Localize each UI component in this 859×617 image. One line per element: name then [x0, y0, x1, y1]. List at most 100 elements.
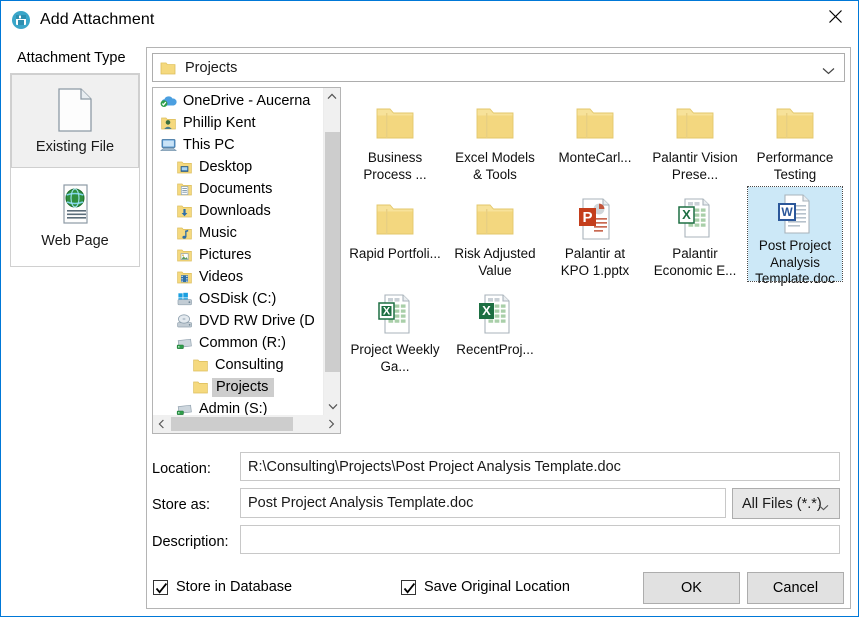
- chevron-up-icon[interactable]: [324, 88, 340, 105]
- file-item-recentprojects[interactable]: X RecentProj...: [448, 283, 542, 377]
- tree-item-onedrive[interactable]: OneDrive - Aucerna: [153, 90, 323, 112]
- onedrive-icon: [159, 94, 178, 108]
- attachment-type-label-web-page: Web Page: [41, 233, 109, 249]
- chevron-left-icon[interactable]: [153, 416, 170, 433]
- chevron-down-icon[interactable]: [324, 398, 340, 415]
- file-item-label: MonteCarl...: [558, 150, 632, 165]
- tree-item-label: This PC: [183, 137, 235, 153]
- tree-item-desktop[interactable]: Desktop: [153, 156, 323, 178]
- document-icon: [56, 87, 94, 133]
- svg-text:X: X: [682, 207, 691, 222]
- file-item-label: Project Weekly Ga...: [350, 342, 440, 374]
- file-list-pane[interactable]: Business Process ... Excel Models & Tool…: [345, 87, 845, 434]
- add-attachment-dialog: Add Attachment Attachment Type Existing …: [0, 0, 859, 617]
- attachment-type-web-page[interactable]: Web Page: [11, 168, 139, 262]
- tree-item-consulting[interactable]: Consulting: [153, 354, 323, 376]
- tree-item-label: Consulting: [215, 357, 284, 373]
- tree-item-this-pc[interactable]: This PC: [153, 134, 323, 156]
- dvd-drive-icon: [175, 314, 194, 328]
- file-item-label: RecentProj...: [456, 342, 534, 357]
- check-icon: [403, 582, 416, 594]
- desktop-folder-icon: [175, 160, 194, 174]
- svg-text:X: X: [482, 303, 491, 318]
- file-item-risk-adjusted-value[interactable]: Risk Adjusted Value: [448, 187, 542, 281]
- excel-file-icon: X: [475, 289, 515, 341]
- tree-item-common-r[interactable]: Common (R:): [153, 332, 323, 354]
- file-item-rapid-portfolio[interactable]: Rapid Portfoli...: [348, 187, 442, 281]
- folder-icon: [474, 193, 516, 245]
- tree-item-dvd-drive[interactable]: DVD RW Drive (D: [153, 310, 323, 332]
- store-as-input[interactable]: [240, 488, 726, 518]
- tree-item-label: OSDisk (C:): [199, 291, 277, 307]
- network-drive-icon: [175, 336, 194, 350]
- svg-text:W: W: [781, 205, 793, 219]
- tree-item-osdisk[interactable]: OSDisk (C:): [153, 288, 323, 310]
- folder-icon: [160, 61, 176, 75]
- music-folder-icon: [175, 226, 194, 240]
- pictures-folder-icon: [175, 248, 194, 262]
- description-input[interactable]: [240, 525, 840, 554]
- tree-item-videos[interactable]: Videos: [153, 266, 323, 288]
- address-bar-path: Projects: [185, 59, 238, 76]
- ok-button-label: OK: [681, 580, 702, 596]
- folder-icon: [191, 358, 210, 372]
- file-item-post-project-analysis-template-doc[interactable]: W Post Project Analysis Template.doc: [747, 186, 843, 286]
- ok-button[interactable]: OK: [643, 572, 740, 604]
- location-input[interactable]: [240, 452, 840, 481]
- chevron-right-icon[interactable]: [323, 416, 340, 433]
- file-item-business-process[interactable]: Business Process ...: [348, 91, 442, 185]
- file-item-performance-testing[interactable]: Performance Testing: [748, 91, 842, 185]
- address-bar[interactable]: Projects: [152, 53, 845, 82]
- folder-tree-pane: OneDrive - Aucerna Phillip Kent This PC …: [152, 87, 341, 434]
- folder-icon: [474, 97, 516, 149]
- windows-drive-icon: [175, 292, 194, 306]
- tree-horizontal-scrollbar[interactable]: [153, 415, 340, 433]
- file-item-palantir-vision-presentation[interactable]: Palantir Vision Prese...: [648, 91, 742, 185]
- folder-tree-list: OneDrive - Aucerna Phillip Kent This PC …: [153, 90, 323, 420]
- file-item-montecarlo[interactable]: MonteCarl...: [548, 91, 642, 185]
- tree-item-label: Downloads: [199, 203, 271, 219]
- file-browser-panel: Projects OneDrive - Aucerna Phillip Kent…: [146, 47, 851, 609]
- tree-item-label: Phillip Kent: [183, 115, 256, 131]
- file-type-filter-dropdown[interactable]: All Files (*.*): [732, 488, 840, 519]
- folder-icon: [774, 97, 816, 149]
- tree-item-documents[interactable]: Documents: [153, 178, 323, 200]
- store-in-database-checkbox[interactable]: Store in Database: [153, 579, 292, 595]
- attachment-type-label-existing-file: Existing File: [35, 139, 115, 155]
- file-item-label: Rapid Portfoli...: [349, 246, 441, 261]
- globe-page-icon: [56, 181, 94, 227]
- user-folder-icon: [159, 116, 178, 130]
- tree-vertical-scrollbar[interactable]: [323, 88, 340, 415]
- tree-item-phillip-kent[interactable]: Phillip Kent: [153, 112, 323, 134]
- tree-item-label: Pictures: [199, 247, 252, 263]
- tree-hscrollbar-thumb[interactable]: [171, 417, 293, 431]
- file-item-label: Post Project Analysis Template.doc: [755, 238, 835, 286]
- chevron-down-icon[interactable]: [822, 62, 835, 80]
- file-item-label: Palantir Vision Prese...: [652, 150, 738, 182]
- file-item-label: Business Process ...: [363, 150, 427, 182]
- tree-item-downloads[interactable]: Downloads: [153, 200, 323, 222]
- file-item-project-weekly-gantt[interactable]: X Project Weekly Ga...: [348, 283, 442, 377]
- attachment-type-existing-file[interactable]: Existing File: [11, 74, 139, 168]
- downloads-folder-icon: [175, 204, 194, 218]
- folder-icon: [374, 193, 416, 245]
- folder-icon: [374, 97, 416, 149]
- tree-item-pictures[interactable]: Pictures: [153, 244, 323, 266]
- folder-icon: [674, 97, 716, 149]
- file-item-palantir-at-kpo-1-pptx[interactable]: P Palantir at KPO 1.pptx: [548, 187, 642, 281]
- tree-item-projects[interactable]: Projects: [153, 376, 323, 398]
- tree-scrollbar-thumb[interactable]: [325, 132, 340, 372]
- file-item-label: Performance Testing: [756, 150, 834, 182]
- store-as-label: Store as:: [152, 497, 211, 513]
- save-original-location-label: Save Original Location: [424, 579, 570, 595]
- file-item-label: Palantir at KPO 1.pptx: [560, 246, 630, 278]
- close-button[interactable]: [812, 1, 858, 31]
- cancel-button[interactable]: Cancel: [747, 572, 844, 604]
- save-original-location-checkbox[interactable]: Save Original Location: [401, 579, 570, 595]
- file-item-excel-models-tools[interactable]: Excel Models & Tools: [448, 91, 542, 185]
- tree-item-music[interactable]: Music: [153, 222, 323, 244]
- store-in-database-label: Store in Database: [176, 579, 293, 595]
- checkbox-box: [401, 579, 416, 595]
- file-item-palantir-economic-evaluation[interactable]: X Palantir Economic E...: [648, 187, 742, 281]
- videos-folder-icon: [175, 270, 194, 284]
